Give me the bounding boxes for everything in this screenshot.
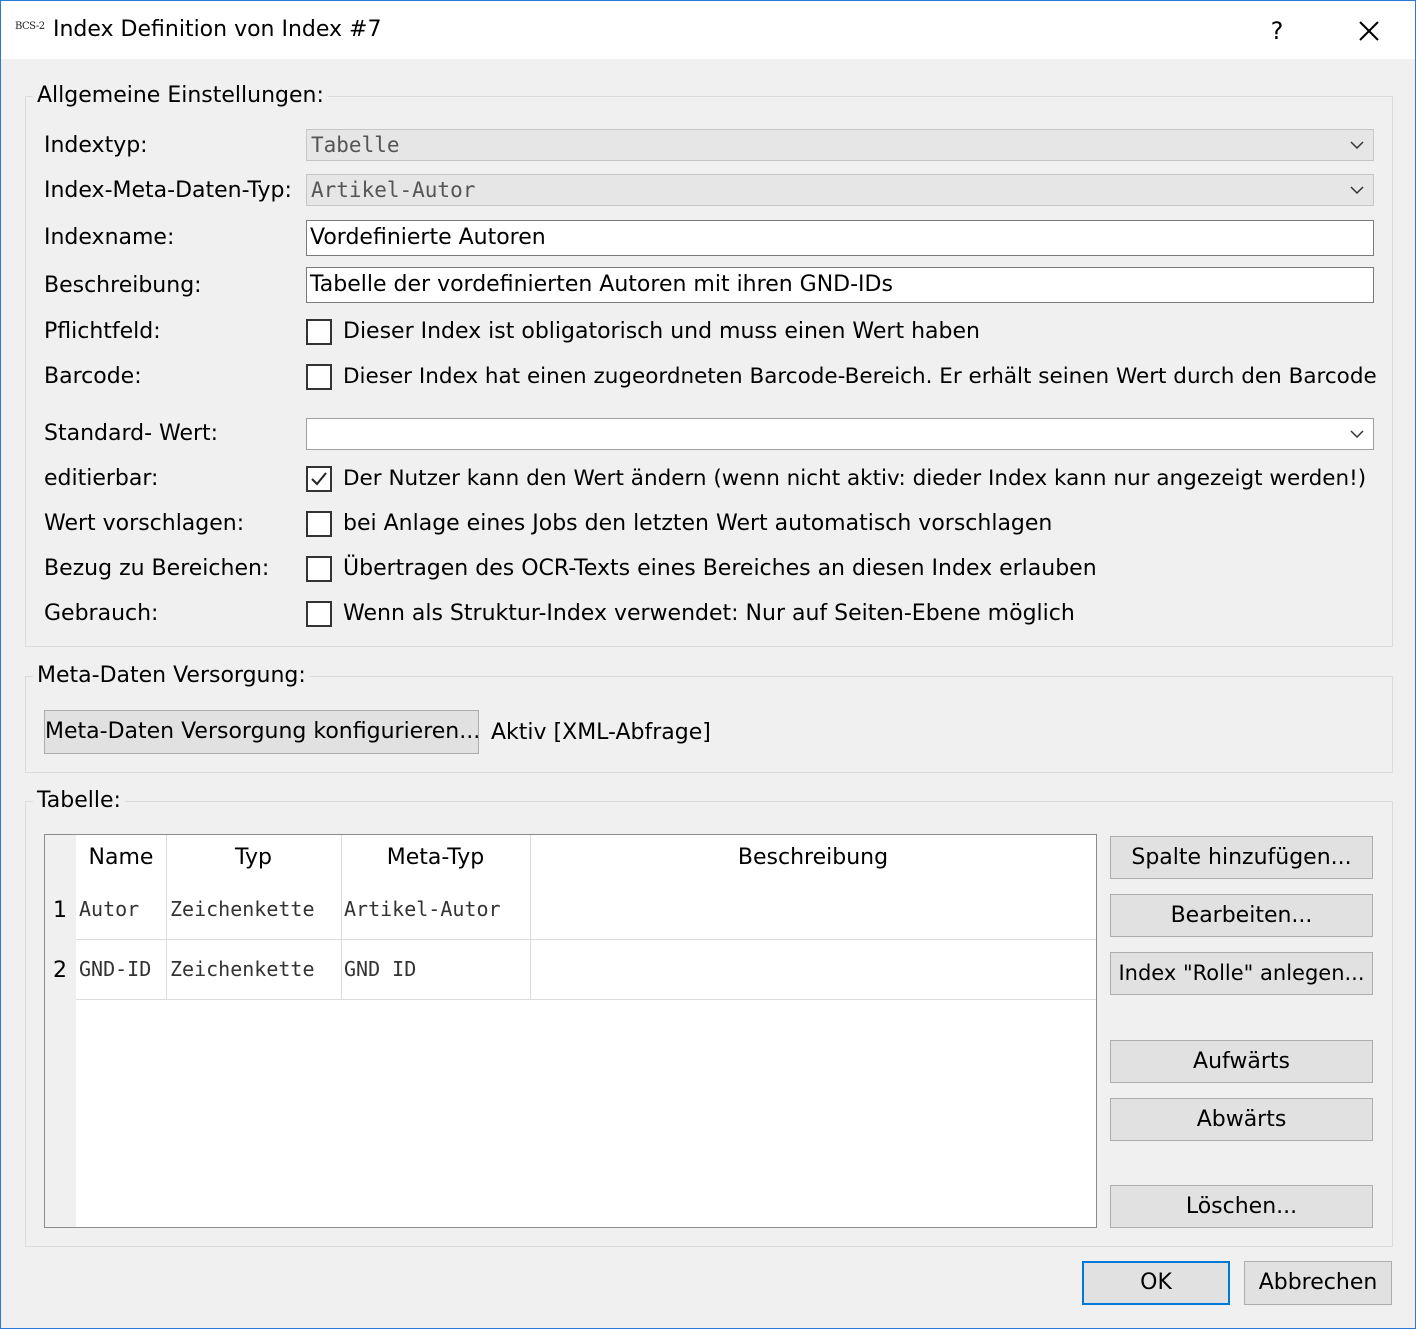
table-title: Tabelle: [33,788,125,813]
suggest-text: bei Anlage eines Jobs den letzten Wert a… [343,511,1053,536]
table-cell[interactable]: Artikel-Autor [344,897,501,921]
table-cell[interactable]: Autor [79,897,139,921]
description-label: Beschreibung: [44,273,202,298]
indextyp-value: Tabelle [311,133,400,157]
chevron-down-icon [1350,186,1364,195]
barcode-text: Dieser Index hat einen zugeordneten Barc… [343,364,1377,389]
column-header-metatyp[interactable]: Meta-Typ [341,845,530,870]
checkmark-icon [311,472,327,486]
cancel-button[interactable]: Abbrechen [1244,1261,1392,1305]
dialog-window: BCS-2 Index Definition von Index #7 ? Al… [0,0,1416,1329]
help-button[interactable]: ? [1255,13,1299,49]
general-settings-title: Allgemeine Einstellungen: [33,83,328,108]
areas-label: Bezug zu Bereichen: [44,556,270,581]
row-number: 2 [53,958,67,983]
table-cell[interactable]: GND ID [344,957,416,981]
areas-text: Übertragen des OCR-Texts eines Bereiches… [343,556,1097,581]
usage-label: Gebrauch: [44,601,159,626]
required-text: Dieser Index ist obligatorisch und muss … [343,319,980,344]
create-role-index-button[interactable]: Index "Rolle" anlegen... [1110,952,1373,995]
app-logo: BCS-2 [15,21,45,32]
metadata-status: Aktiv [XML-Abfrage] [491,720,711,745]
indexname-label: Indexname: [44,225,175,250]
editable-checkbox[interactable] [306,466,332,492]
row-divider [76,939,1096,940]
metatype-select[interactable]: Artikel-Autor [306,174,1374,206]
metadata-title: Meta-Daten Versorgung: [33,663,310,688]
edit-button[interactable]: Bearbeiten... [1110,894,1373,937]
editable-text: Der Nutzer kann den Wert ändern (wenn ni… [343,466,1367,491]
barcode-label: Barcode: [44,364,142,389]
metatype-label: Index-Meta-Daten-Typ: [44,178,292,203]
suggest-checkbox[interactable] [306,511,332,537]
usage-checkbox[interactable] [306,601,332,627]
row-header-column [45,835,76,1227]
move-up-button[interactable]: Aufwärts [1110,1040,1373,1083]
indexname-input[interactable]: Vordefinierte Autoren [306,220,1374,256]
default-value-select[interactable] [306,418,1374,450]
move-down-button[interactable]: Abwärts [1110,1098,1373,1141]
chevron-down-icon [1350,141,1364,150]
chevron-down-icon [1350,430,1364,439]
description-input[interactable]: Tabelle der vordefinierten Autoren mit i… [306,267,1374,303]
suggest-label: Wert vorschlagen: [44,511,245,536]
column-header-beschreibung[interactable]: Beschreibung [530,845,1096,870]
required-checkbox[interactable] [306,319,332,345]
indextyp-label: Indextyp: [44,133,148,158]
add-column-button[interactable]: Spalte hinzufügen... [1110,836,1373,879]
delete-button[interactable]: Löschen... [1110,1185,1373,1228]
window-title: Index Definition von Index #7 [53,17,382,42]
row-number: 1 [53,898,67,923]
table-cell[interactable]: GND-ID [79,957,151,981]
table-cell[interactable]: Zeichenkette [170,897,315,921]
configure-metadata-button[interactable]: Meta-Daten Versorgung konfigurieren... [44,710,480,754]
column-header-name[interactable]: Name [76,845,166,870]
areas-checkbox[interactable] [306,556,332,582]
ok-button[interactable]: OK [1082,1261,1230,1305]
barcode-checkbox[interactable] [306,364,332,390]
title-bar: BCS-2 Index Definition von Index #7 ? [1,1,1415,59]
metatype-value: Artikel-Autor [311,178,476,202]
default-value-label: Standard- Wert: [44,421,219,446]
required-label: Pflichtfeld: [44,319,161,344]
editable-label: editierbar: [44,466,159,491]
column-header-typ[interactable]: Typ [166,845,341,870]
table-cell[interactable]: Zeichenkette [170,957,315,981]
usage-text: Wenn als Struktur-Index verwendet: Nur a… [343,601,1075,626]
row-divider [76,999,1096,1000]
close-button[interactable] [1347,13,1391,49]
close-icon [1359,21,1379,41]
indextyp-select[interactable]: Tabelle [306,129,1374,161]
columns-table[interactable]: Name Typ Meta-Typ Beschreibung 1 Autor Z… [44,834,1097,1228]
